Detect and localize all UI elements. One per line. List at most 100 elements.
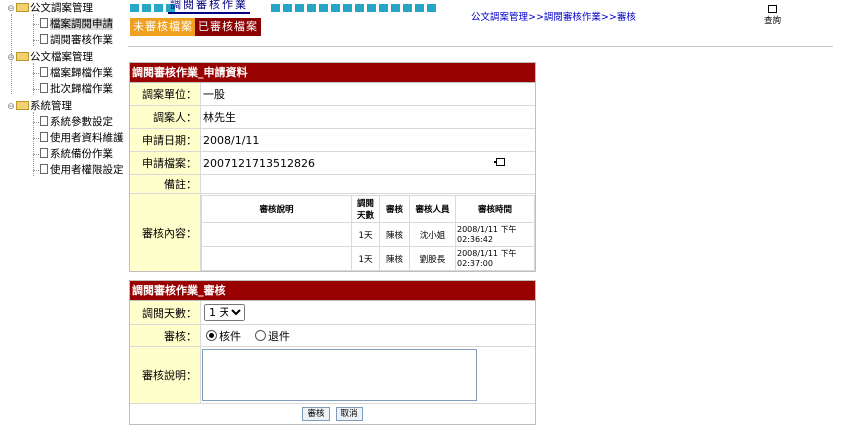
row-person: 調案人： 林先生 xyxy=(130,106,535,129)
collapse-icon[interactable]: ⊖ xyxy=(6,50,16,66)
header-divider xyxy=(128,46,833,47)
document-icon xyxy=(40,18,48,28)
days-label: 調閱天數： xyxy=(130,301,201,324)
open-file-icon[interactable] xyxy=(494,158,505,166)
tree-item-label: 系統參數設定 xyxy=(50,116,113,128)
tab-reviewed-files[interactable]: 已審核檔案 xyxy=(195,18,261,36)
col-days: 調閱天數 xyxy=(351,195,380,223)
query-icon xyxy=(768,5,777,13)
unit-value: 一股 xyxy=(203,88,225,101)
collapse-icon[interactable]: ⊖ xyxy=(6,99,16,115)
cancel-button[interactable]: 取消 xyxy=(335,407,363,421)
header-decor-bars xyxy=(271,4,436,12)
submit-review-button[interactable]: 審核 xyxy=(302,407,330,421)
cell-days: 1天 xyxy=(351,246,380,271)
table-row: 1天 陳核 沈小姐 2008/1/11 下午 02:36:42 xyxy=(201,222,535,247)
row-file: 申請檔案： 2007121713512826 xyxy=(130,152,535,175)
col-reviewer: 審核人員 xyxy=(409,195,456,223)
file-cell: 2007121713512826 xyxy=(201,152,535,174)
row-days: 調閱天數： 1 天 xyxy=(130,301,535,325)
document-icon xyxy=(40,116,48,126)
button-row: 審核 取消 xyxy=(130,404,535,424)
row-unit: 調案單位： 一股 xyxy=(130,83,535,106)
tree-item-user-data[interactable]: 使用者資料維護 xyxy=(40,130,124,146)
tree-group-file-mgmt[interactable]: ⊖ 公文檔案管理 xyxy=(6,49,93,65)
cell-result: 陳核 xyxy=(379,222,410,247)
document-icon xyxy=(40,164,48,174)
tree-group-label: 公文檔案管理 xyxy=(30,51,93,63)
document-icon xyxy=(40,83,48,93)
row-review-content: 審核內容： 審核說明 調閱天數 審核 審核人員 審核時間 1天 陳核 沈小姐 2… xyxy=(130,194,535,271)
document-icon xyxy=(40,34,48,44)
tree-item-permissions[interactable]: 使用者權限設定 xyxy=(40,162,124,178)
days-select[interactable]: 1 天 xyxy=(204,304,245,321)
tab-pending-files[interactable]: 未審核檔案 xyxy=(130,18,196,36)
tree-item-label: 使用者資料維護 xyxy=(50,132,124,144)
audit-panel-title: 調閱審核作業_審核 xyxy=(130,281,535,301)
unit-label: 調案單位： xyxy=(130,83,201,105)
document-icon xyxy=(40,132,48,142)
note-value xyxy=(201,175,535,193)
review-history-table: 審核說明 調閱天數 審核 審核人員 審核時間 1天 陳核 沈小姐 2008/1/… xyxy=(201,195,535,271)
date-label: 申請日期： xyxy=(130,129,201,151)
decision-label: 審核： xyxy=(130,325,201,346)
row-note: 備註： xyxy=(130,175,535,194)
document-icon xyxy=(40,148,48,158)
tree-item-label: 系統備份作業 xyxy=(50,148,113,160)
query-button[interactable]: 查詢 xyxy=(764,5,781,26)
tree-item-backup[interactable]: 系統備份作業 xyxy=(40,146,113,162)
cell-result: 陳核 xyxy=(379,246,410,271)
col-result: 審核 xyxy=(379,195,410,223)
nav-tree: ⊖ 公文調案管理 檔案調閱申請 調閱審核作業 ⊖ 公文檔案管理 檔案歸檔作業 批次歸… xyxy=(0,0,128,447)
tree-item-archive[interactable]: 檔案歸檔作業 xyxy=(40,65,113,81)
header-decor-bars xyxy=(433,4,436,12)
review-label: 審核內容： xyxy=(130,194,201,271)
approve-radio[interactable] xyxy=(206,330,217,341)
table-header-row: 審核說明 調閱天數 審核 審核人員 審核時間 xyxy=(201,195,535,223)
row-decision: 審核： 核件 退件 xyxy=(130,325,535,347)
cell-reviewer: 沈小姐 xyxy=(409,222,456,247)
folder-icon xyxy=(16,51,29,61)
file-value: 2007121713512826 xyxy=(203,156,315,170)
page-header: 調閱審核作業 未審核檔案 已審核檔案 公文調案管理>>調閱審核作業>>審核 查詢 xyxy=(128,0,843,48)
person-label: 調案人： xyxy=(130,106,201,128)
folder-icon xyxy=(16,100,29,110)
cell-reviewer: 劉股長 xyxy=(409,246,456,271)
person-value: 林先生 xyxy=(203,111,236,124)
review-table-cell: 審核說明 調閱天數 審核 審核人員 審核時間 1天 陳核 沈小姐 2008/1/… xyxy=(201,194,535,271)
tree-item-label: 批次歸檔作業 xyxy=(50,83,113,95)
col-time: 審核時間 xyxy=(455,195,535,223)
tree-item-label: 檔案歸檔作業 xyxy=(50,67,113,79)
application-panel-title: 調閱審核作業_申請資料 xyxy=(130,63,535,83)
collapse-icon[interactable]: ⊖ xyxy=(6,1,16,17)
row-memo: 審核說明： xyxy=(130,347,535,404)
tree-item-label: 使用者權限設定 xyxy=(50,164,124,176)
memo-textarea[interactable] xyxy=(202,349,477,401)
cell-time: 2008/1/11 下午 02:36:42 xyxy=(455,222,535,247)
query-label: 查詢 xyxy=(764,16,782,26)
document-icon xyxy=(40,67,48,77)
page-title: 調閱審核作業 xyxy=(168,0,250,14)
row-date: 申請日期： 2008/1/11 xyxy=(130,129,535,152)
tree-group-case-mgmt[interactable]: ⊖ 公文調案管理 xyxy=(6,0,93,16)
cell-desc xyxy=(201,222,352,247)
days-cell: 1 天 xyxy=(201,301,535,324)
file-label: 申請檔案： xyxy=(130,152,201,174)
table-row: 1天 陳核 劉股長 2008/1/11 下午 02:37:00 xyxy=(201,246,535,271)
tree-item-review-work[interactable]: 調閱審核作業 xyxy=(40,32,113,48)
tree-item-batch-archive[interactable]: 批次歸檔作業 xyxy=(40,81,113,97)
tree-item-label: 檔案調閱申請 xyxy=(50,18,113,30)
tree-item-label: 調閱審核作業 xyxy=(50,34,113,46)
tree-group-label: 系統管理 xyxy=(30,100,72,112)
breadcrumb[interactable]: 公文調案管理>>調閱審核作業>>審核 xyxy=(471,9,636,23)
tree-item-sys-params[interactable]: 系統參數設定 xyxy=(40,114,113,130)
date-value: 2008/1/11 xyxy=(203,133,260,147)
audit-panel: 調閱審核作業_審核 調閱天數： 1 天 審核： 核件 退件 審核說明： 審核 取… xyxy=(129,280,536,425)
return-radio[interactable] xyxy=(255,330,266,341)
tree-item-file-request[interactable]: 檔案調閱申請 xyxy=(40,16,113,32)
approve-label[interactable]: 核件 xyxy=(219,328,241,344)
memo-cell xyxy=(201,347,535,403)
return-label[interactable]: 退件 xyxy=(268,328,290,344)
cell-desc xyxy=(201,246,352,271)
tree-group-system-mgmt[interactable]: ⊖ 系統管理 xyxy=(6,98,72,114)
